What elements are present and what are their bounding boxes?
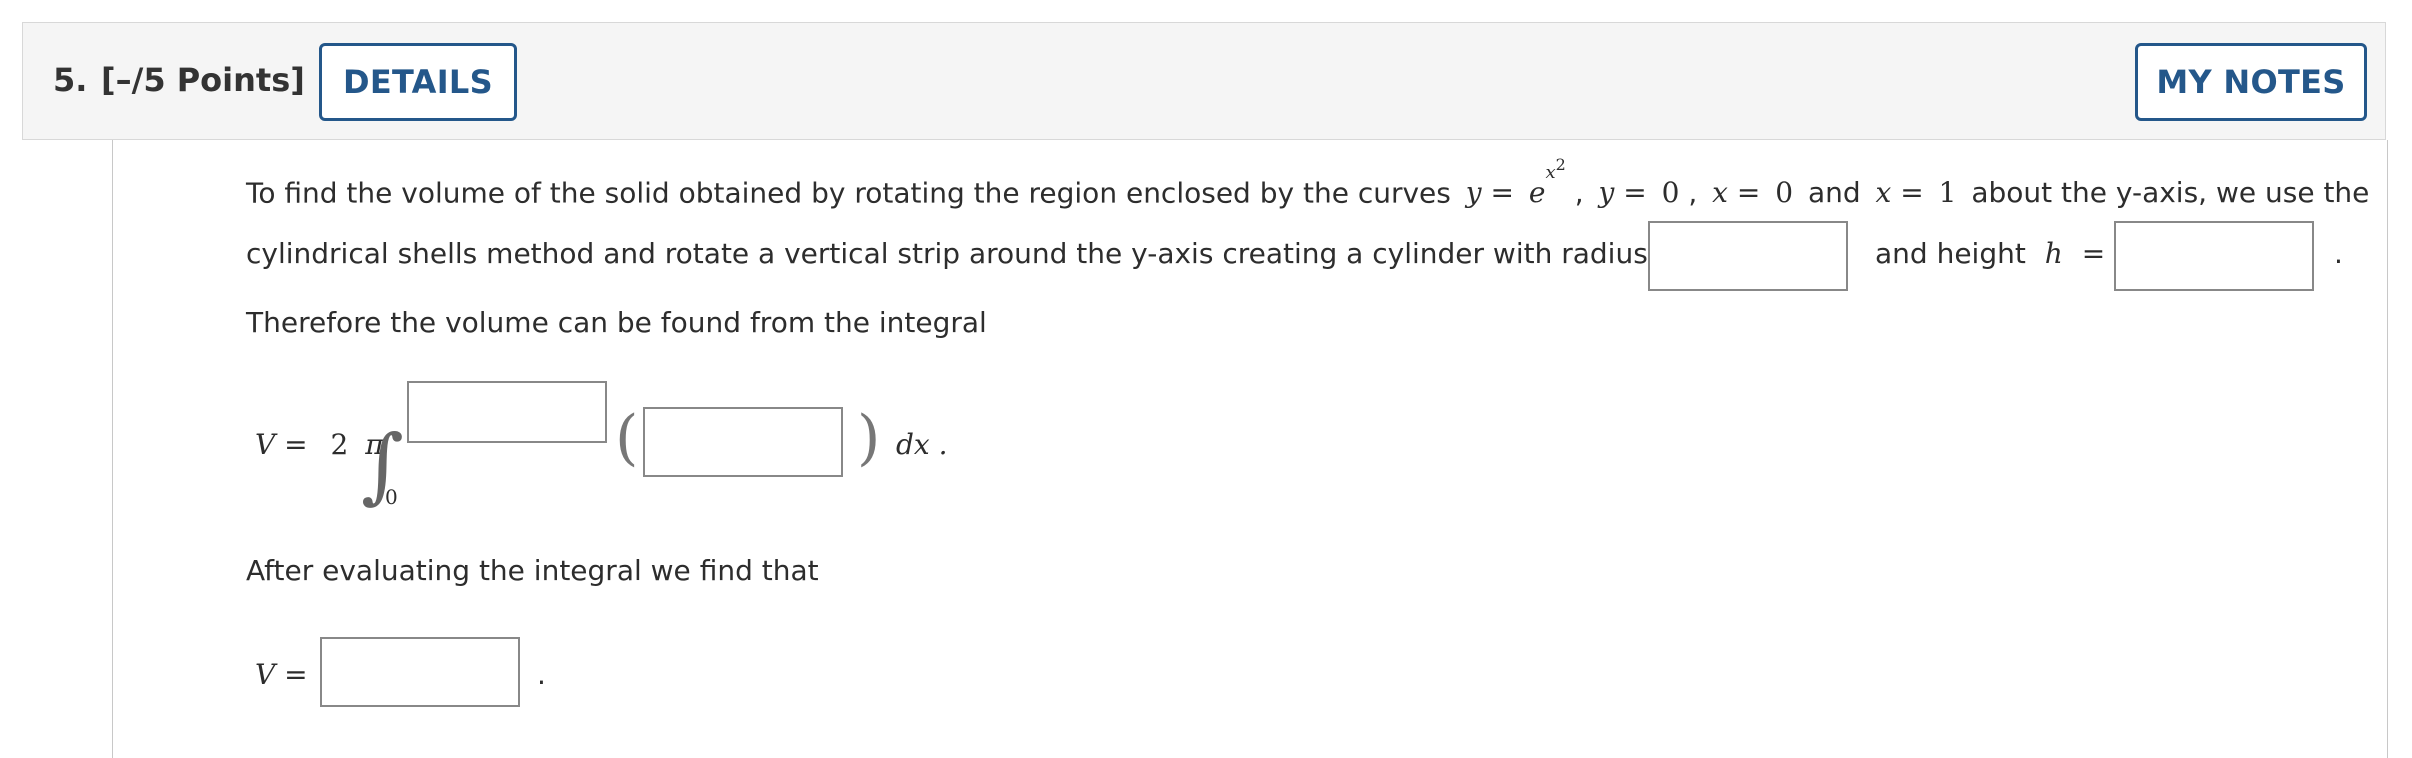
left-paren: ( — [615, 403, 639, 473]
problem-line-4: After evaluating the integral we find th… — [246, 554, 819, 587]
curve1-base: e — [1528, 176, 1546, 210]
and-word: and — [1807, 176, 1861, 210]
problem-line-1: To find the volume of the solid obtained… — [246, 155, 2370, 210]
curve2-lhs: y = — [1598, 176, 1647, 210]
question-body: To find the volume of the solid obtained… — [112, 140, 2388, 758]
line2-prefix-text: cylindrical shells method and rotate a v… — [246, 237, 1648, 270]
comma-1: , — [1574, 176, 1584, 210]
height-variable: h — [2044, 237, 2063, 270]
curve2-value: 0 — [1661, 176, 1680, 210]
upper-limit-input[interactable] — [407, 381, 607, 443]
details-button[interactable]: DETAILS — [319, 43, 517, 121]
height-label: and height — [1875, 237, 2026, 270]
curve1-exponent: x2 — [1545, 155, 1566, 183]
curve3-value: 0 — [1775, 176, 1794, 210]
curve4-value: 1 — [1938, 176, 1957, 210]
question-header: 5. [–/5 Points] DETAILS MY NOTES — [22, 22, 2386, 140]
integral-coefficient: 2 — [330, 428, 349, 461]
volume-input[interactable] — [320, 637, 520, 707]
curve3-lhs: x = — [1712, 176, 1761, 210]
question-number: 5. — [53, 61, 88, 99]
final-period: . — [537, 658, 546, 691]
right-paren: ) — [857, 403, 881, 473]
dx-label: dx . — [896, 428, 948, 461]
curve1-lhs: y = — [1465, 176, 1514, 210]
final-lhs: V = — [255, 658, 308, 691]
problem-line-3: Therefore the volume can be found from t… — [246, 306, 987, 339]
radius-input[interactable] — [1648, 221, 1848, 291]
curve4-lhs: x = — [1875, 176, 1924, 210]
height-equals: = — [2081, 237, 2106, 270]
line2-period: . — [2334, 237, 2343, 270]
height-input[interactable] — [2114, 221, 2314, 291]
problem-line-2: cylindrical shells method and rotate a v… — [246, 237, 1722, 270]
integral-lhs: V = — [255, 428, 308, 461]
line1-prefix-text: To find the volume of the solid obtained… — [246, 176, 1451, 210]
height-text: and height h = — [1875, 237, 2105, 270]
comma-2: , — [1688, 176, 1698, 210]
integrand-input[interactable] — [643, 407, 843, 477]
line1-suffix-text: about the y-axis, we use the — [1971, 176, 2370, 210]
my-notes-button[interactable]: MY NOTES — [2135, 43, 2367, 121]
question-points: [–/5 Points] — [101, 61, 305, 99]
lower-limit: 0 — [385, 485, 398, 509]
